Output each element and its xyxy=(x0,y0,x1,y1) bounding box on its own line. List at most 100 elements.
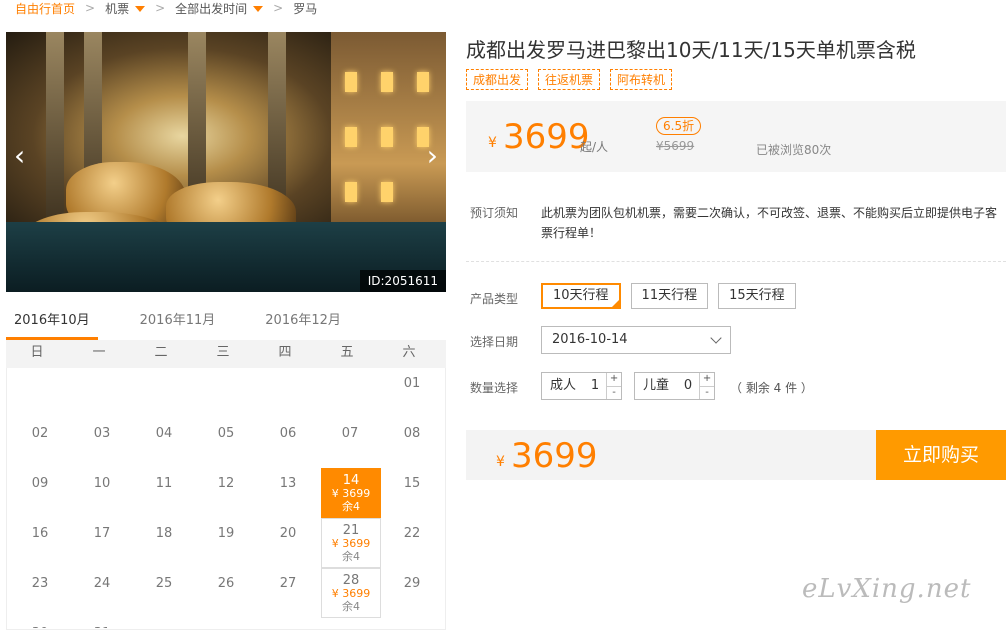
product-tag: 成都出发 xyxy=(466,69,529,90)
calendar-day: 24 xyxy=(93,576,111,591)
calendar-day: 29 xyxy=(403,576,421,591)
child-label: 儿童 xyxy=(643,378,670,393)
calendar-day: 20 xyxy=(279,526,297,541)
calendar-day: 23 xyxy=(31,576,49,591)
breadcrumb-home-link[interactable]: 自由行首页 xyxy=(15,0,75,17)
calendar-day: 04 xyxy=(155,426,173,441)
calendar-day: 26 xyxy=(217,576,235,591)
calendar-day: 08 xyxy=(403,426,421,441)
product-type-label: 产品类型 xyxy=(470,292,519,306)
photo-decoration xyxy=(46,32,64,232)
adult-quantity-value[interactable]: 1 xyxy=(584,373,606,399)
date-select[interactable]: 2016-10-14 xyxy=(541,326,731,354)
calendar-weekday-header: 日 一 二 三 四 五 六 xyxy=(6,340,446,368)
child-quantity-value[interactable]: 0 xyxy=(677,373,699,399)
weekday-label: 三 xyxy=(216,345,230,360)
weekday-label: 一 xyxy=(92,345,106,360)
calendar-day-price: ¥ 3699 xyxy=(331,487,371,500)
calendar-day: 09 xyxy=(31,476,49,491)
tab-month-oct[interactable]: 2016年10月 xyxy=(6,310,98,340)
calendar-day: 01 xyxy=(403,376,421,391)
calendar-day: 13 xyxy=(279,476,297,491)
product-tags: 成都出发 往返机票 阿布转机 xyxy=(466,69,673,90)
tab-month-dec[interactable]: 2016年12月 xyxy=(257,310,349,340)
notice-label: 预订须知 xyxy=(470,206,519,220)
view-count: 已被浏览80次 xyxy=(756,143,832,157)
adult-increment-button[interactable]: + xyxy=(607,373,622,387)
carousel-next-arrow[interactable]: › xyxy=(427,142,438,170)
option-10-day[interactable]: 10天行程 xyxy=(541,283,621,309)
photo-id-badge: ID:2051611 xyxy=(359,270,446,292)
calendar-day: 17 xyxy=(93,526,111,541)
product-tag: 往返机票 xyxy=(538,69,601,90)
weekday-label: 六 xyxy=(402,345,416,360)
calendar-day: 30 xyxy=(11,618,69,628)
calendar-day: 03 xyxy=(93,426,111,441)
chevron-down-icon xyxy=(710,332,722,344)
calendar-day: 06 xyxy=(279,426,297,441)
calendar-day: 31 xyxy=(73,618,131,628)
site-watermark: eLvXing.net xyxy=(802,574,972,604)
calendar-day: 22 xyxy=(403,526,421,541)
product-price: 3699 xyxy=(503,117,590,157)
caret-down-icon xyxy=(135,6,146,12)
breadcrumb-destination: 罗马 xyxy=(293,1,318,16)
currency-symbol: ¥ xyxy=(496,454,505,470)
date-select-value: 2016-10-14 xyxy=(552,332,628,347)
discount-badge: 6.5折 xyxy=(656,117,702,135)
product-tag: 阿布转机 xyxy=(610,69,673,90)
notice-text: 此机票为团队包机机票，需要二次确认，不可改签、退票、不能购买后立即提供电子客票行… xyxy=(541,206,998,240)
child-decrement-button[interactable]: - xyxy=(700,387,714,400)
calendar-day-price: ¥ 3699 xyxy=(331,587,371,600)
caret-down-icon xyxy=(253,6,264,12)
adult-quantity-stepper: 成人 1 + - xyxy=(541,372,623,400)
breadcrumb-flights-dropdown[interactable]: 机票 xyxy=(105,0,146,17)
calendar-day: 02 xyxy=(31,426,49,441)
month-tabs: 2016年10月 2016年11月 2016年12月 xyxy=(6,310,446,341)
child-increment-button[interactable]: + xyxy=(700,373,715,387)
product-type-options: 10天行程 11天行程 15天行程 xyxy=(541,283,796,309)
breadcrumb-separator: > xyxy=(273,1,284,15)
original-price: ¥5699 xyxy=(656,139,695,153)
section-divider xyxy=(466,261,1006,262)
calendar-day-available[interactable]: 21 ¥ 3699 余4 xyxy=(321,518,381,568)
price-summary: ¥ 3699 起/人 6.5折 ¥5699 已被浏览80次 xyxy=(466,101,1006,172)
calendar-day-price: ¥ 3699 xyxy=(331,537,371,550)
option-15-day[interactable]: 15天行程 xyxy=(718,283,796,309)
calendar-day-selected[interactable]: 14 ¥ 3699 余4 xyxy=(321,468,381,518)
calendar-day-remaining: 余4 xyxy=(342,500,360,513)
price-unit: 起/人 xyxy=(580,140,609,154)
adult-decrement-button[interactable]: - xyxy=(607,387,621,400)
weekday-label: 日 xyxy=(30,345,44,360)
weekday-label: 二 xyxy=(154,345,168,360)
product-title: 成都出发罗马进巴黎出10天/11天/15天单机票含税 xyxy=(466,38,916,62)
option-11-day[interactable]: 11天行程 xyxy=(630,283,709,309)
carousel-prev-arrow[interactable]: ‹ xyxy=(14,142,25,170)
calendar-day: 05 xyxy=(217,426,235,441)
calendar-day: 27 xyxy=(279,576,297,591)
calendar-day: 16 xyxy=(31,526,49,541)
calendar-day-remaining: 余4 xyxy=(342,550,360,563)
calendar-grid: 01 02 03 04 05 06 07 08 09 10 11 12 13 1… xyxy=(6,368,446,630)
weekday-label: 五 xyxy=(340,345,354,360)
tab-month-nov[interactable]: 2016年11月 xyxy=(132,310,224,340)
calendar-day: 12 xyxy=(217,476,235,491)
date-label: 选择日期 xyxy=(470,335,519,349)
breadcrumb: 自由行首页 > 机票 > 全部出发时间 > 罗马 xyxy=(15,0,317,16)
weekday-label: 四 xyxy=(278,345,292,360)
calendar-day: 18 xyxy=(155,526,173,541)
child-quantity-stepper: 儿童 0 + - xyxy=(634,372,716,400)
calendar-day-remaining: 余4 xyxy=(342,600,360,613)
breadcrumb-separator: > xyxy=(155,1,166,15)
calendar-day: 07 xyxy=(341,426,359,441)
calendar-day: 19 xyxy=(217,526,235,541)
breadcrumb-separator: > xyxy=(85,1,96,15)
calendar-day: 15 xyxy=(403,476,421,491)
calendar-day-available[interactable]: 28 ¥ 3699 余4 xyxy=(321,568,381,618)
breadcrumb-departure-dropdown[interactable]: 全部出发时间 xyxy=(175,0,264,17)
currency-symbol: ¥ xyxy=(488,135,497,151)
buy-now-button[interactable]: 立即购买 xyxy=(876,430,1006,480)
product-photo-carousel[interactable]: ‹ › ID:2051611 xyxy=(6,32,446,292)
calendar-day: 10 xyxy=(93,476,111,491)
adult-label: 成人 xyxy=(550,378,577,393)
